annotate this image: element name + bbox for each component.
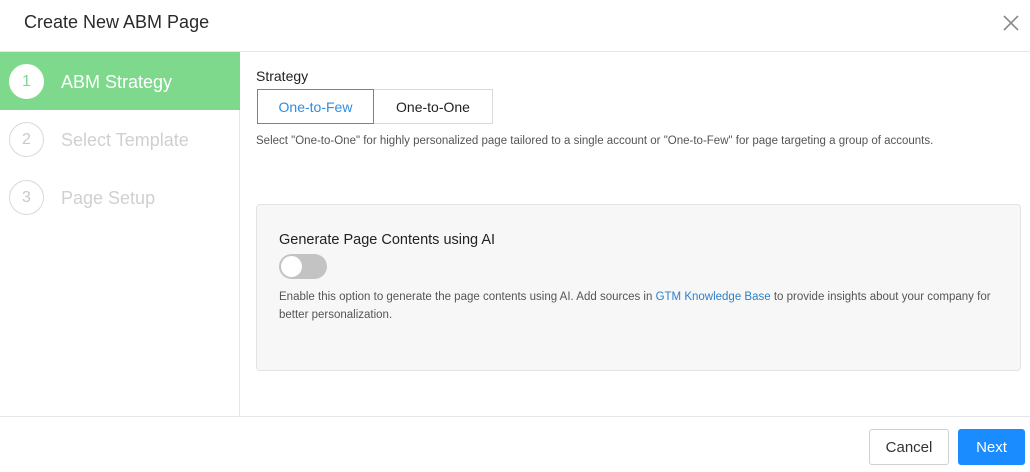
toggle-knob — [281, 256, 302, 277]
step-select-template[interactable]: 2 Select Template — [0, 110, 240, 168]
ai-toggle[interactable] — [279, 254, 327, 279]
strategy-helper-text: Select "One-to-One" for highly personali… — [256, 135, 934, 147]
gtm-knowledge-base-link[interactable]: GTM Knowledge Base — [656, 291, 771, 303]
main-content: Strategy One-to-Few One-to-One Select "O… — [241, 52, 1030, 416]
steps-sidebar: 1 ABM Strategy 2 Select Template 3 Page … — [0, 52, 240, 416]
step-page-setup[interactable]: 3 Page Setup — [0, 168, 240, 226]
step-label: Page Setup — [61, 188, 156, 208]
dialog-footer: Cancel Next — [0, 416, 1030, 472]
one-to-few-button[interactable]: One-to-Few — [257, 89, 374, 124]
ai-desc-before: Enable this option to generate the page … — [279, 291, 656, 303]
ai-generation-panel: Generate Page Contents using AI Enable t… — [256, 204, 1021, 371]
one-to-one-button[interactable]: One-to-One — [373, 89, 493, 124]
cancel-button[interactable]: Cancel — [869, 429, 949, 465]
step-number: 2 — [9, 122, 44, 157]
next-button[interactable]: Next — [958, 429, 1025, 465]
ai-description: Enable this option to generate the page … — [279, 288, 999, 324]
step-abm-strategy[interactable]: 1 ABM Strategy — [0, 52, 240, 110]
close-icon[interactable] — [1002, 14, 1020, 32]
step-label: ABM Strategy — [61, 72, 173, 92]
step-number: 1 — [9, 64, 44, 99]
dialog-header: Create New ABM Page — [0, 0, 1030, 52]
step-number: 3 — [9, 180, 44, 215]
step-label: Select Template — [61, 130, 189, 150]
dialog-title: Create New ABM Page — [24, 12, 210, 32]
strategy-label: Strategy — [256, 68, 309, 84]
ai-panel-title: Generate Page Contents using AI — [279, 232, 496, 248]
